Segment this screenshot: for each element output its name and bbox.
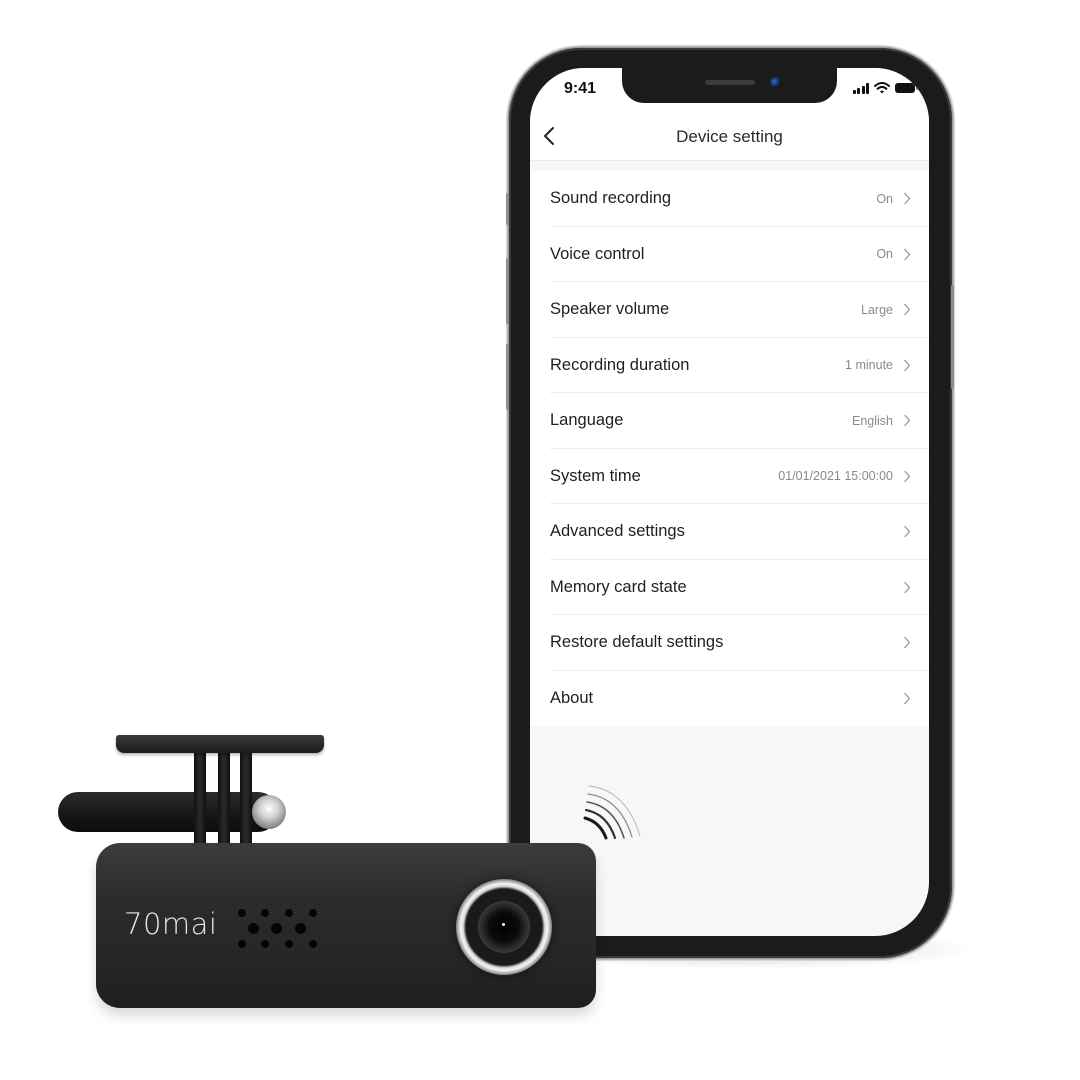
setting-label: About [550, 688, 594, 707]
chevron-right-icon [904, 581, 911, 594]
front-camera [770, 77, 781, 88]
setting-row-sound-recording[interactable]: Sound recording On [530, 171, 929, 227]
phone-volume-up-button [506, 258, 509, 324]
navigation-bar: 9:41 Device setting [530, 68, 929, 161]
phone-screen: 9:41 Device setting Sound recording On V… [530, 68, 929, 936]
setting-row-system-time[interactable]: System time 01/01/2021 15:00:00 [530, 449, 929, 505]
setting-label: Advanced settings [550, 522, 685, 541]
setting-row-recording-duration[interactable]: Recording duration 1 minute [530, 338, 929, 394]
dashcam-mount-arm [218, 752, 230, 848]
dashcam-mount-arm [194, 752, 206, 848]
setting-row-memory-card-state[interactable]: Memory card state [530, 560, 929, 616]
setting-row-advanced-settings[interactable]: Advanced settings [530, 504, 929, 560]
setting-value: On [876, 191, 893, 206]
phone-silent-switch [506, 193, 509, 225]
setting-row-speaker-volume[interactable]: Speaker volume Large [530, 282, 929, 338]
phone-notch [622, 68, 837, 103]
battery-icon [895, 83, 918, 93]
setting-row-restore-default-settings[interactable]: Restore default settings [530, 615, 929, 671]
setting-value: Large [861, 302, 893, 317]
setting-value: English [852, 413, 893, 428]
chevron-right-icon [904, 414, 911, 427]
setting-label: Recording duration [550, 355, 690, 374]
voice-waves-icon [583, 785, 641, 840]
setting-value: 01/01/2021 15:00:00 [778, 469, 893, 484]
setting-label: Memory card state [550, 577, 687, 596]
dashcam-brand-logo: 70mai [124, 907, 218, 941]
dashcam-speaker-grille [236, 909, 318, 949]
status-time: 9:41 [564, 80, 597, 97]
chevron-right-icon [904, 470, 911, 483]
setting-value: On [876, 247, 893, 262]
settings-list: Sound recording On Voice control On Spea… [530, 171, 929, 726]
setting-value: 1 minute [845, 358, 893, 373]
setting-label: Language [550, 411, 624, 430]
setting-row-language[interactable]: Language English [530, 393, 929, 449]
setting-row-about[interactable]: About [530, 671, 929, 727]
dashcam-mount-arm [240, 752, 252, 848]
dashcam-mount-plate [116, 735, 324, 753]
dashcam-lens-glass [478, 901, 530, 953]
phone-power-button [951, 285, 954, 389]
cellular-signal-icon [852, 82, 869, 94]
status-icons [852, 82, 918, 94]
setting-label: Speaker volume [550, 300, 670, 319]
setting-label: Restore default settings [550, 633, 724, 652]
setting-label: Voice control [550, 244, 645, 263]
dashcam-lens [456, 879, 552, 975]
wifi-icon [874, 82, 890, 94]
earpiece-speaker [705, 80, 755, 85]
chevron-right-icon [904, 692, 911, 705]
chevron-right-icon [904, 248, 911, 261]
chevron-right-icon [904, 525, 911, 538]
setting-label: Sound recording [550, 189, 672, 208]
chevron-right-icon [904, 359, 911, 372]
chevron-right-icon [904, 636, 911, 649]
lens-glint [502, 923, 505, 926]
dashcam-body: 70mai [96, 843, 596, 1008]
chevron-right-icon [904, 303, 911, 316]
setting-label: System time [550, 466, 641, 485]
page-title: Device setting [676, 127, 783, 146]
setting-row-voice-control[interactable]: Voice control On [530, 227, 929, 283]
phone-volume-down-button [506, 344, 509, 410]
dashcam-knob-cap [252, 795, 286, 829]
chevron-right-icon [904, 192, 911, 205]
